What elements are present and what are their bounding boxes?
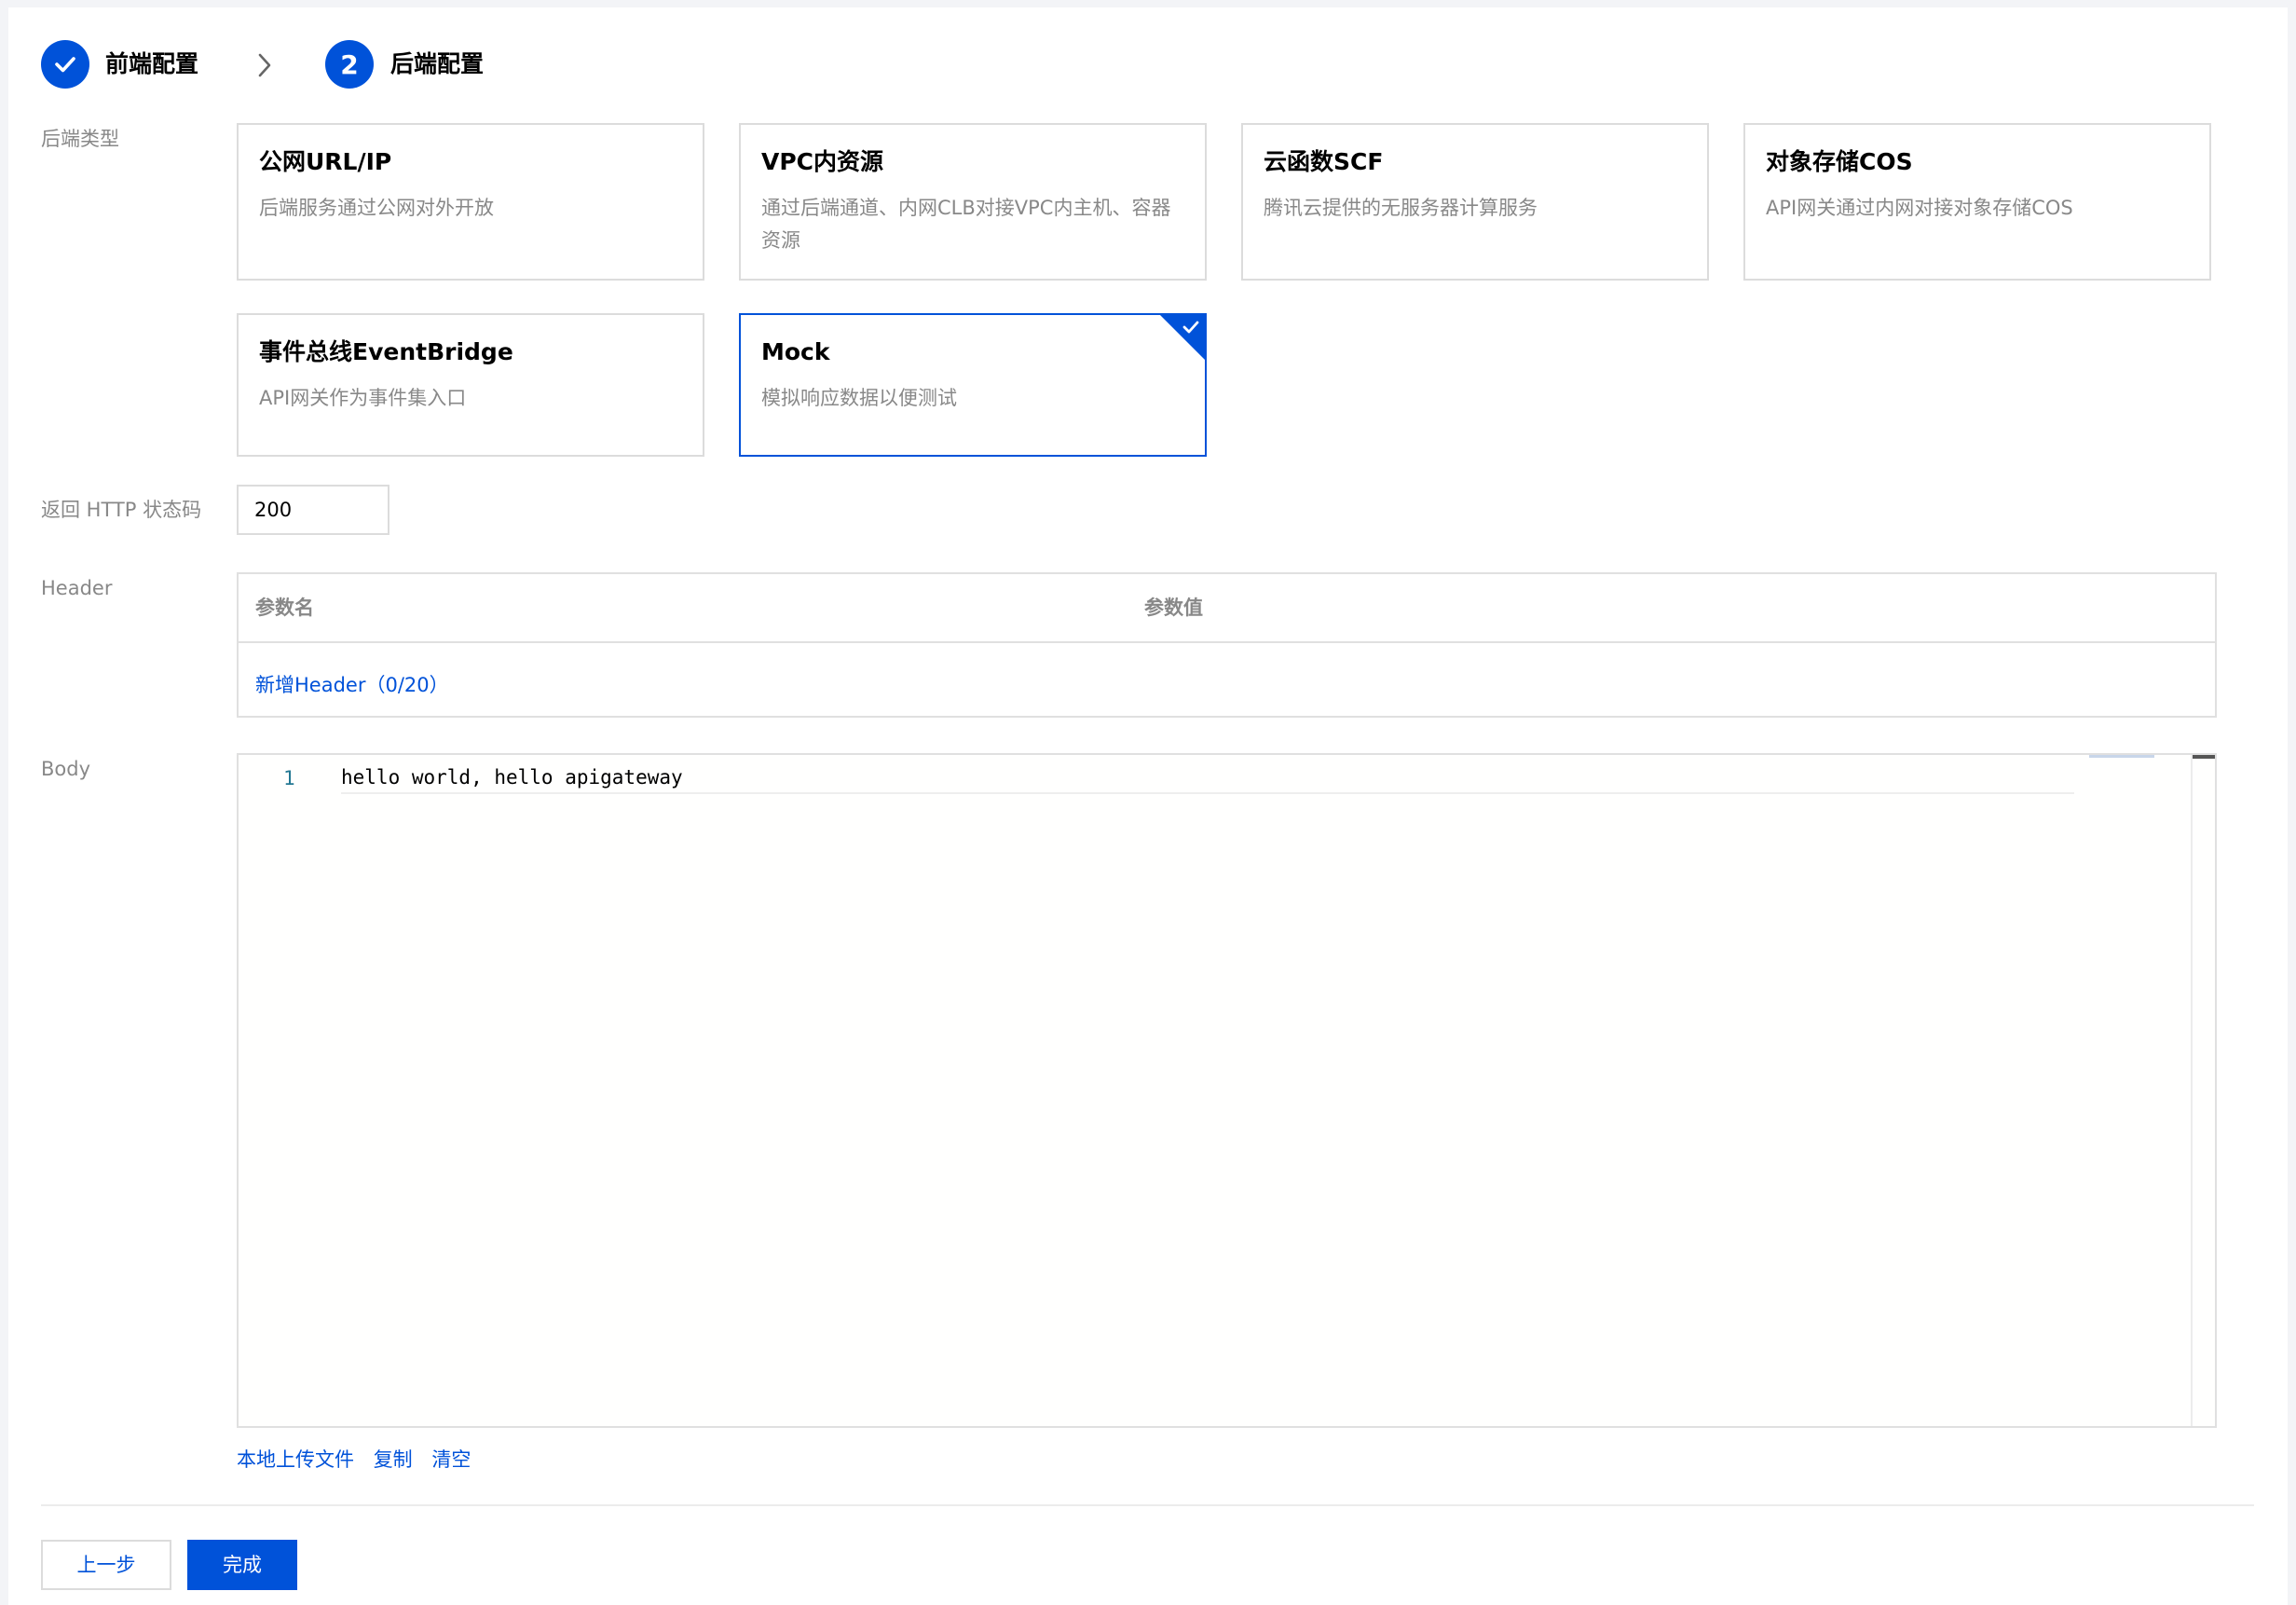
header-label: Header xyxy=(41,577,113,599)
line-number: 1 xyxy=(283,767,295,789)
card-desc: API网关作为事件集入口 xyxy=(259,387,467,409)
check-icon xyxy=(1182,321,1199,334)
backend-card-cos[interactable]: 对象存储COS API网关通过内网对接对象存储COS xyxy=(1743,123,2211,281)
check-icon xyxy=(55,57,75,73)
backend-card-vpc[interactable]: VPC内资源 通过后端通道、内网CLB对接VPC内主机、容器资源 xyxy=(739,123,1207,281)
card-desc: 后端服务通过公网对外开放 xyxy=(259,197,494,219)
card-title: 事件总线EventBridge xyxy=(259,338,513,365)
code-text: hello world, hello apigateway xyxy=(341,766,683,789)
card-desc: 腾讯云提供的无服务器计算服务 xyxy=(1264,197,1538,219)
step-1-label: 前端配置 xyxy=(105,50,199,77)
current-line[interactable]: hello world, hello apigateway xyxy=(341,762,2074,794)
body-label: Body xyxy=(41,758,91,780)
body-actions: 本地上传文件 复制 清空 xyxy=(237,1446,484,1474)
scroll-thumb[interactable] xyxy=(2193,755,2215,759)
step-1-done-badge xyxy=(41,40,89,89)
card-desc: 通过后端通道、内网CLB对接VPC内主机、容器资源 xyxy=(761,197,1171,252)
chevron-right-icon xyxy=(258,53,271,77)
card-desc: API网关通过内网对接对象存储COS xyxy=(1766,197,2073,219)
body-code-editor[interactable]: 1 hello world, hello apigateway xyxy=(237,753,2217,1428)
backend-type-label: 后端类型 xyxy=(41,128,119,150)
clear-link[interactable]: 清空 xyxy=(431,1448,471,1471)
backend-card-public-url[interactable]: 公网URL/IP 后端服务通过公网对外开放 xyxy=(237,123,704,281)
col-param-name: 参数名 xyxy=(255,597,314,619)
card-title: 云函数SCF xyxy=(1264,148,1384,175)
prev-step-button[interactable]: 上一步 xyxy=(41,1540,171,1590)
header-table-head: 参数名 参数值 xyxy=(239,574,2215,643)
upload-file-link[interactable]: 本地上传文件 xyxy=(237,1448,354,1471)
step-2-number-badge: 2 xyxy=(325,40,374,89)
backend-card-eventbridge[interactable]: 事件总线EventBridge API网关作为事件集入口 xyxy=(237,313,704,457)
step-2-label: 后端配置 xyxy=(390,50,485,77)
minimap[interactable] xyxy=(2089,755,2154,758)
card-desc: 模拟响应数据以便测试 xyxy=(761,387,957,409)
editor-scrollbar[interactable] xyxy=(2191,755,2215,1426)
finish-button[interactable]: 完成 xyxy=(187,1540,297,1590)
card-title: 公网URL/IP xyxy=(259,148,392,175)
copy-link[interactable]: 复制 xyxy=(374,1448,413,1471)
status-code-label: 返回 HTTP 状态码 xyxy=(41,499,202,521)
card-title: VPC内资源 xyxy=(761,148,884,175)
divider xyxy=(41,1504,2254,1506)
backend-config-page: 前端配置 2 后端配置 后端类型 公网URL/IP 后端服务通过公网对外开放 V… xyxy=(8,7,2288,1605)
card-title: 对象存储COS xyxy=(1766,148,1913,175)
backend-card-mock[interactable]: Mock 模拟响应数据以便测试 xyxy=(739,313,1207,457)
status-code-input[interactable]: 200 xyxy=(237,485,390,535)
col-param-value: 参数值 xyxy=(1144,597,1203,619)
backend-card-scf[interactable]: 云函数SCF 腾讯云提供的无服务器计算服务 xyxy=(1241,123,1709,281)
header-table: 参数名 参数值 新增Header（0/20） xyxy=(237,572,2217,718)
add-header-link[interactable]: 新增Header（0/20） xyxy=(255,671,449,699)
card-title: Mock xyxy=(761,338,830,365)
